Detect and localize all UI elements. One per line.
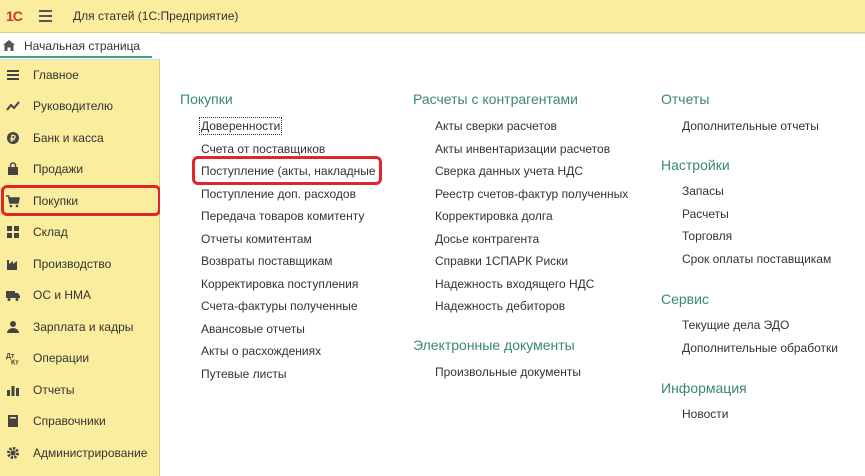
receipts-link-highlight xyxy=(192,156,382,185)
link-settlements-settings[interactable]: Расчеты xyxy=(682,207,729,221)
bag-icon xyxy=(8,162,18,175)
sidebar-item-manager[interactable]: Руководителю xyxy=(0,92,160,120)
sidebar-item-production[interactable]: Производство xyxy=(0,250,160,278)
group-title-settings: Настройки xyxy=(661,157,730,173)
link-vat-reconciliation[interactable]: Сверка данных учета НДС xyxy=(435,164,583,178)
link-discrepancy-acts[interactable]: Акты о расхождениях xyxy=(201,344,321,358)
link-receipt-adjustment[interactable]: Корректировка поступления xyxy=(201,277,358,291)
sidebar-item-label: Зарплата и кадры xyxy=(33,320,134,334)
trend-icon xyxy=(6,101,20,111)
link-spark-risks[interactable]: Справки 1СПАРК Риски xyxy=(435,254,568,268)
link-supplier-payment-terms[interactable]: Срок оплаты поставщикам xyxy=(682,252,831,266)
group-title-service: Сервис xyxy=(661,291,709,307)
menu-lines-icon xyxy=(7,70,19,80)
sidebar-item-label: Администрирование xyxy=(33,446,148,460)
link-consignor-reports[interactable]: Отчеты комитентам xyxy=(201,232,312,246)
sidebar-item-label: ОС и НМА xyxy=(33,288,92,302)
link-additional-reports[interactable]: Дополнительные отчеты xyxy=(682,119,819,133)
group-title-counterparties: Расчеты с контрагентами xyxy=(413,91,578,107)
group-title-info: Информация xyxy=(661,380,747,396)
sidebar-item-label: Отчеты xyxy=(33,383,75,397)
sidebar-item-label: Склад xyxy=(33,225,68,239)
svg-text:Кт: Кт xyxy=(11,360,19,366)
link-supplier-invoices[interactable]: Счета от поставщиков xyxy=(201,142,325,156)
sidebar-item-sales[interactable]: Продажи xyxy=(0,155,160,183)
link-invoice-register[interactable]: Реестр счетов-фактур полученных xyxy=(435,187,628,201)
link-debtor-reliability[interactable]: Надежность дебиторов xyxy=(435,299,565,313)
tab-active-indicator xyxy=(0,56,152,58)
link-inventory-settlements[interactable]: Акты инвентаризации расчетов xyxy=(435,142,610,156)
selected-section-highlight xyxy=(1,185,161,216)
gear-icon xyxy=(7,447,19,459)
sidebar-item-administration[interactable]: Администрирование xyxy=(0,439,160,467)
link-waybills[interactable]: Путевые листы xyxy=(201,367,287,381)
link-news[interactable]: Новости xyxy=(682,407,728,421)
link-trade[interactable]: Торговля xyxy=(682,229,732,243)
home-icon xyxy=(3,40,15,51)
main-content: Покупки Доверенности Счета от поставщико… xyxy=(160,33,865,476)
link-returns-to-suppliers[interactable]: Возвраты поставщикам xyxy=(201,254,333,268)
sidebar-item-label: Производство xyxy=(33,257,112,271)
link-goods-to-consignor[interactable]: Передача товаров комитенту xyxy=(201,209,364,223)
sidebar-item-salary[interactable]: Зарплата и кадры xyxy=(0,313,160,341)
group-title-edocs: Электронные документы xyxy=(413,337,575,353)
svg-text:₽: ₽ xyxy=(10,134,16,144)
grid-icon xyxy=(7,226,19,238)
sections-panel: Главное Руководителю ₽ Банк и касса Прод… xyxy=(0,60,160,476)
link-reconciliation-acts[interactable]: Акты сверки расчетов xyxy=(435,119,557,133)
sidebar-item-label: Справочники xyxy=(33,414,106,428)
link-edo-tasks[interactable]: Текущие дела ЭДО xyxy=(682,318,789,332)
sidebar-item-label: Руководителю xyxy=(33,99,114,113)
sidebar-item-directories[interactable]: Справочники xyxy=(0,407,160,435)
link-additional-costs[interactable]: Поступление доп. расходов xyxy=(201,187,356,201)
link-received-invoices[interactable]: Счета-фактуры полученные xyxy=(201,299,358,313)
link-counterparty-dossier[interactable]: Досье контрагента xyxy=(435,232,539,246)
group-title-purchases: Покупки xyxy=(180,91,233,107)
sidebar-item-label: Продажи xyxy=(33,162,84,176)
dt-kt-icon: ДтКт xyxy=(6,353,19,366)
title-bar: 1С Для статей (1С:Предприятие) xyxy=(0,0,865,33)
1c-logo: 1С xyxy=(6,8,23,24)
sidebar-item-reports[interactable]: Отчеты xyxy=(0,376,160,404)
link-advance-reports[interactable]: Авансовые отчеты xyxy=(201,322,305,336)
content-divider xyxy=(160,33,865,34)
sidebar-item-operations[interactable]: Дт Кт Операции xyxy=(0,344,160,372)
sidebar-item-label: Главное xyxy=(33,68,79,82)
bar-chart-icon xyxy=(7,386,19,396)
link-arbitrary-documents[interactable]: Произвольные документы xyxy=(435,365,581,379)
link-debt-adjustment[interactable]: Корректировка долга xyxy=(435,209,553,223)
factory-icon xyxy=(7,260,17,270)
sidebar-item-label: Банк и касса xyxy=(33,131,104,145)
truck-icon xyxy=(6,291,20,301)
coin-icon: ₽ xyxy=(7,132,19,144)
group-title-reports: Отчеты xyxy=(661,91,710,107)
sidebar-item-fixed-assets[interactable]: ОС и НМА xyxy=(0,281,160,309)
app-title: Для статей (1С:Предприятие) xyxy=(73,9,239,23)
sidebar-item-bank[interactable]: ₽ Банк и касса xyxy=(0,124,160,152)
sidebar-item-warehouse[interactable]: Склад xyxy=(0,218,160,246)
link-additional-processing[interactable]: Дополнительные обработки xyxy=(682,341,838,355)
hamburger-menu-icon[interactable] xyxy=(39,10,52,22)
sidebar-item-label: Операции xyxy=(33,351,90,365)
book-icon xyxy=(8,415,18,427)
link-input-vat-reliability[interactable]: Надежность входящего НДС xyxy=(435,277,594,291)
link-powers-of-attorney[interactable]: Доверенности xyxy=(198,117,283,135)
tab-home-page[interactable]: Начальная страница xyxy=(0,33,160,60)
link-stocks[interactable]: Запасы xyxy=(682,184,724,198)
tab-home-label: Начальная страница xyxy=(24,39,141,53)
person-icon xyxy=(7,321,19,333)
sidebar-item-main[interactable]: Главное xyxy=(0,61,160,89)
